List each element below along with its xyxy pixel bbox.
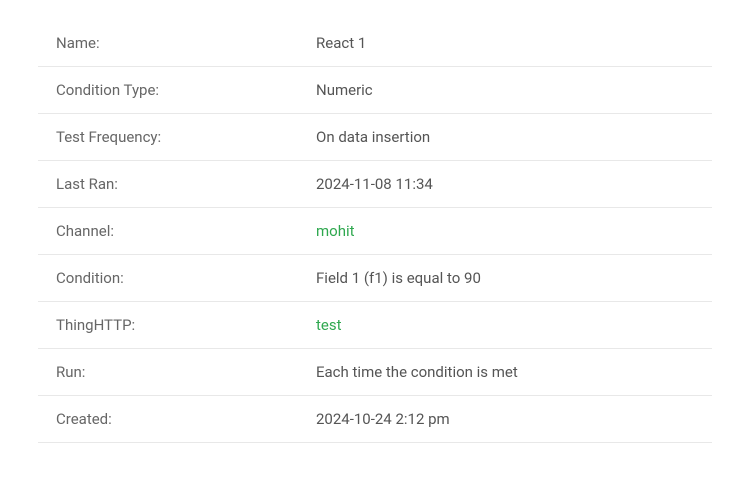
- thinghttp-link[interactable]: test: [316, 316, 694, 334]
- condition-type-value: Numeric: [316, 81, 694, 99]
- thinghttp-label: ThingHTTP:: [56, 316, 316, 334]
- row-test-frequency: Test Frequency: On data insertion: [38, 114, 712, 161]
- row-created: Created: 2024-10-24 2:12 pm: [38, 396, 712, 443]
- name-label: Name:: [56, 34, 316, 52]
- test-frequency-value: On data insertion: [316, 128, 694, 146]
- last-ran-label: Last Ran:: [56, 175, 316, 193]
- react-details-table: Name: React 1 Condition Type: Numeric Te…: [38, 20, 712, 443]
- condition-value: Field 1 (f1) is equal to 90: [316, 269, 694, 287]
- channel-label: Channel:: [56, 222, 316, 240]
- last-ran-value: 2024-11-08 11:34: [316, 175, 694, 193]
- row-run: Run: Each time the condition is met: [38, 349, 712, 396]
- test-frequency-label: Test Frequency:: [56, 128, 316, 146]
- condition-label: Condition:: [56, 269, 316, 287]
- name-value: React 1: [316, 34, 694, 52]
- row-condition: Condition: Field 1 (f1) is equal to 90: [38, 255, 712, 302]
- run-label: Run:: [56, 363, 316, 381]
- condition-type-label: Condition Type:: [56, 81, 316, 99]
- row-last-ran: Last Ran: 2024-11-08 11:34: [38, 161, 712, 208]
- created-value: 2024-10-24 2:12 pm: [316, 410, 694, 428]
- row-condition-type: Condition Type: Numeric: [38, 67, 712, 114]
- created-label: Created:: [56, 410, 316, 428]
- row-name: Name: React 1: [38, 20, 712, 67]
- run-value: Each time the condition is met: [316, 363, 694, 381]
- row-channel: Channel: mohit: [38, 208, 712, 255]
- channel-link[interactable]: mohit: [316, 222, 694, 240]
- row-thinghttp: ThingHTTP: test: [38, 302, 712, 349]
